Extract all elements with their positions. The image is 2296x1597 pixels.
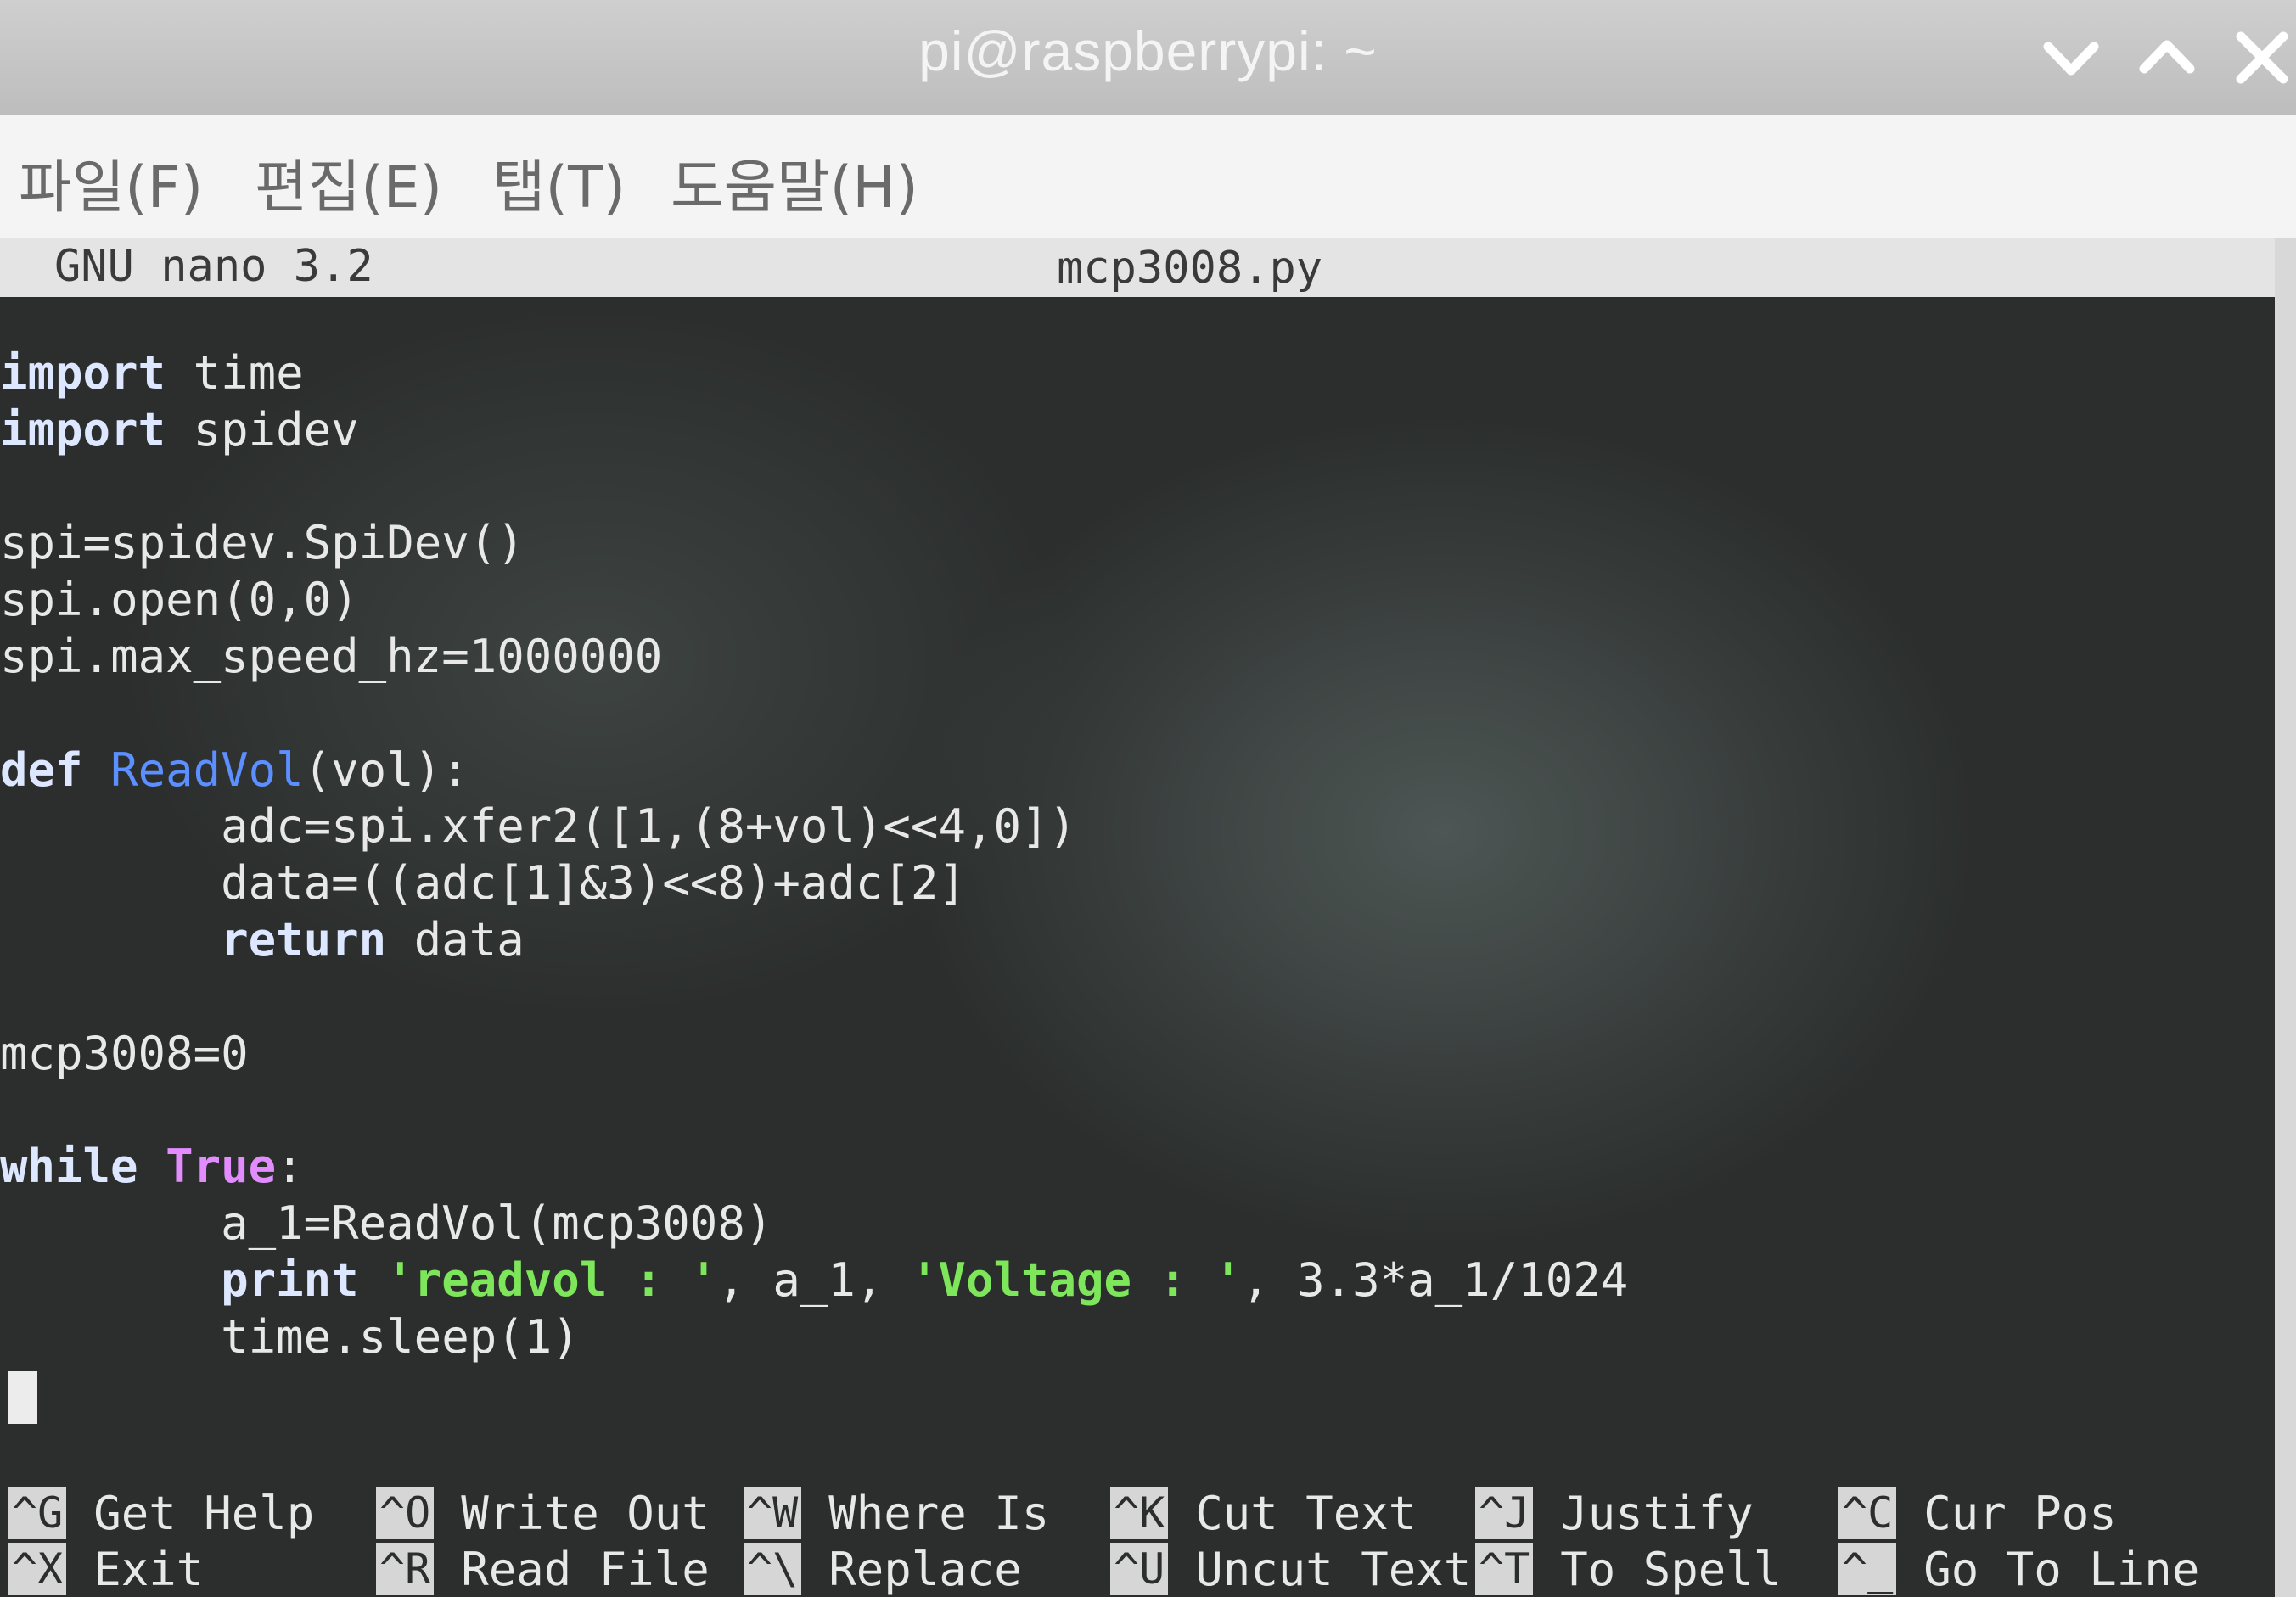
shortcut-label: Cut Text — [1195, 1486, 1417, 1540]
shortcut-item[interactable]: ^G Get Help — [8, 1485, 314, 1541]
shortcut-label: Get Help — [93, 1486, 315, 1540]
shortcut-label: Exit — [93, 1542, 205, 1596]
shortcut-key: ^G — [8, 1487, 67, 1539]
shortcut-key: ^O — [376, 1487, 435, 1539]
shortcut-label: To Spell — [1560, 1542, 1782, 1596]
shortcut-label: Read File — [461, 1542, 710, 1596]
file-name: mcp3008.py — [1057, 243, 1323, 294]
menu-tabs[interactable]: 탭(T) — [492, 140, 626, 224]
code-line: import time — [0, 346, 304, 400]
code-line: print 'readvol : ', a_1, 'Voltage : ', 3… — [221, 1252, 1629, 1307]
shortcut-item[interactable]: ^R Read File — [376, 1541, 710, 1597]
shortcut-label: Write Out — [461, 1486, 710, 1540]
code-line: return data — [221, 912, 525, 967]
shortcut-key: ^T — [1475, 1543, 1534, 1595]
shortcut-item[interactable]: ^_ Go To Line — [1838, 1541, 2199, 1597]
code-line: data=((adc[1]&3)<<8)+adc[2] — [221, 856, 966, 911]
shortcut-label: Cur Pos — [1923, 1486, 2117, 1540]
shortcut-key: ^R — [376, 1543, 435, 1595]
shortcut-item[interactable]: ^J Justify — [1475, 1485, 1754, 1541]
code-line: time.sleep(1) — [221, 1309, 580, 1364]
shortcut-label: Replace — [828, 1542, 1022, 1596]
shortcut-label: Go To Line — [1923, 1542, 2200, 1596]
shortcut-item[interactable]: ^O Write Out — [376, 1485, 710, 1541]
code-line: while True: — [0, 1140, 304, 1194]
shortcut-bar: ^G Get Help ^O Write Out ^W Where Is ^K Cut Tex… — [0, 1477, 2275, 1597]
code-editor[interactable]: import time import spidev spi=spidev.SpiD… — [0, 345, 1628, 1365]
code-line: spi.open(0,0) — [0, 573, 359, 627]
scrollbar[interactable] — [2275, 238, 2296, 1597]
code-line: import spidev — [0, 402, 359, 457]
terminal-area[interactable]: GNU nano 3.2 mcp3008.py import time impor… — [0, 238, 2275, 1597]
shortcut-item[interactable]: ^\ Replace — [744, 1541, 1022, 1597]
code-line: adc=spi.xfer2([1,(8+vol)<<4,0]) — [221, 799, 1076, 854]
code-line: spi.max_speed_hz=1000000 — [0, 629, 663, 683]
code-line: a_1=ReadVol(mcp3008) — [221, 1196, 773, 1250]
chevron-down-icon — [2043, 42, 2099, 76]
shortcut-key: ^_ — [1838, 1543, 1897, 1595]
shortcut-item[interactable]: ^U Uncut Text — [1110, 1541, 1471, 1597]
close-icon — [2236, 31, 2288, 84]
shortcut-item[interactable]: ^X Exit — [8, 1541, 204, 1597]
window-title: pi@raspberrypi: ~ — [918, 20, 1378, 82]
code-line: def ReadVol(vol): — [0, 742, 469, 797]
menu-bar: 파일(F) 편집(E) 탭(T) 도움말(H) — [0, 115, 2296, 238]
shortcut-key: ^C — [1838, 1487, 1897, 1539]
shortcut-key: ^X — [8, 1543, 67, 1595]
code-line: spi=spidev.SpiDev() — [0, 516, 525, 570]
shortcut-key: ^U — [1110, 1543, 1169, 1595]
shortcut-item[interactable]: ^W Where Is — [744, 1485, 1049, 1541]
window-titlebar[interactable]: pi@raspberrypi: ~ — [0, 0, 2296, 115]
menu-help[interactable]: 도움말(H) — [671, 140, 918, 224]
shortcut-item[interactable]: ^K Cut Text — [1110, 1485, 1416, 1541]
nano-version: GNU nano 3.2 — [54, 241, 373, 292]
code-line: mcp3008=0 — [0, 1026, 249, 1080]
shortcut-key: ^K — [1110, 1487, 1169, 1539]
shortcut-label: Uncut Text — [1195, 1542, 1472, 1596]
minimize-button[interactable] — [2037, 24, 2105, 92]
close-button[interactable] — [2228, 24, 2296, 92]
menu-file[interactable]: 파일(F) — [19, 140, 203, 224]
shortcut-key: ^\ — [744, 1543, 802, 1595]
shortcut-label: Justify — [1560, 1486, 1754, 1540]
shortcut-key: ^J — [1475, 1487, 1534, 1539]
text-cursor — [8, 1371, 37, 1424]
nano-header: GNU nano 3.2 mcp3008.py — [0, 238, 2275, 297]
maximize-button[interactable] — [2133, 24, 2201, 92]
menu-edit[interactable]: 편집(E) — [255, 140, 442, 224]
shortcut-item[interactable]: ^C Cur Pos — [1838, 1485, 2117, 1541]
shortcut-item[interactable]: ^T To Spell — [1475, 1541, 1781, 1597]
shortcut-key: ^W — [744, 1487, 802, 1539]
chevron-up-icon — [2139, 40, 2195, 74]
shortcut-label: Where Is — [828, 1486, 1050, 1540]
